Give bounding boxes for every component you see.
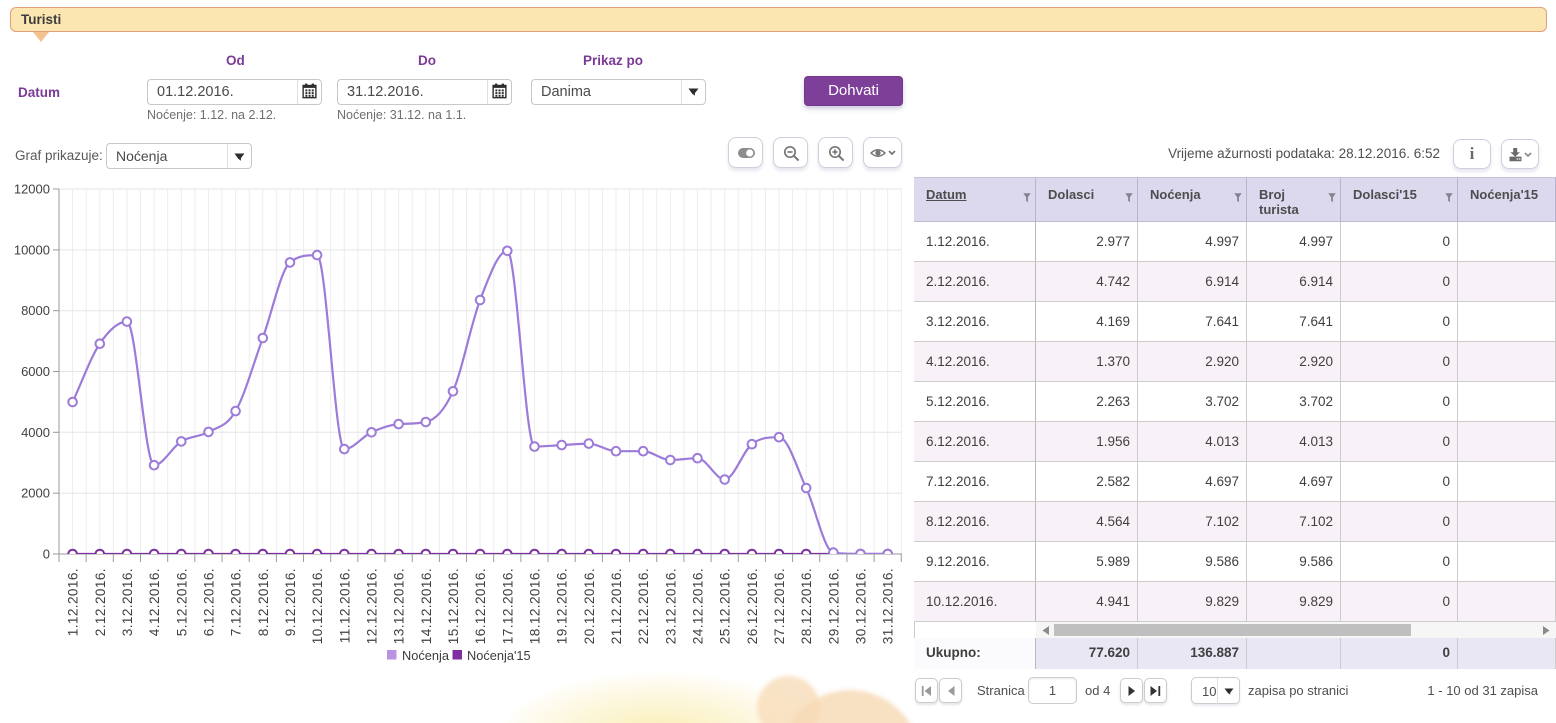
svg-text:11.12.2016.: 11.12.2016. [337, 568, 352, 643]
svg-text:21.12.2016.: 21.12.2016. [609, 568, 624, 644]
svg-text:31.12.2016.: 31.12.2016. [881, 568, 896, 644]
svg-text:7.12.2016.: 7.12.2016. [229, 568, 244, 636]
svg-text:14.12.2016.: 14.12.2016. [419, 568, 434, 644]
svg-text:27.12.2016.: 27.12.2016. [772, 568, 787, 644]
svg-text:Noćenja: Noćenja [402, 648, 450, 663]
svg-text:Noćenja'15: Noćenja'15 [467, 648, 531, 663]
svg-text:10000: 10000 [14, 242, 50, 257]
svg-text:8000: 8000 [21, 303, 50, 318]
svg-text:0: 0 [43, 547, 50, 562]
svg-text:10.12.2016.: 10.12.2016. [310, 568, 325, 644]
svg-text:20.12.2016.: 20.12.2016. [582, 568, 597, 644]
svg-text:4.12.2016.: 4.12.2016. [147, 568, 162, 636]
svg-text:16.12.2016.: 16.12.2016. [473, 568, 488, 644]
svg-text:6.12.2016.: 6.12.2016. [202, 568, 217, 636]
svg-text:23.12.2016.: 23.12.2016. [663, 568, 678, 644]
svg-text:8.12.2016.: 8.12.2016. [256, 568, 271, 636]
svg-text:1.12.2016.: 1.12.2016. [66, 568, 81, 636]
svg-text:18.12.2016.: 18.12.2016. [528, 568, 543, 644]
svg-text:12.12.2016.: 12.12.2016. [365, 568, 380, 644]
svg-text:6000: 6000 [21, 364, 50, 379]
svg-text:9.12.2016.: 9.12.2016. [283, 568, 298, 636]
svg-text:13.12.2016.: 13.12.2016. [392, 568, 407, 644]
svg-text:12000: 12000 [14, 182, 50, 197]
svg-text:15.12.2016.: 15.12.2016. [446, 568, 461, 644]
svg-text:26.12.2016.: 26.12.2016. [745, 568, 760, 644]
svg-text:2000: 2000 [21, 486, 50, 501]
svg-text:19.12.2016.: 19.12.2016. [555, 568, 570, 644]
svg-text:22.12.2016.: 22.12.2016. [636, 568, 651, 644]
svg-text:24.12.2016.: 24.12.2016. [691, 568, 706, 644]
svg-text:4000: 4000 [21, 425, 50, 440]
svg-text:17.12.2016.: 17.12.2016. [500, 568, 515, 644]
svg-text:2.12.2016.: 2.12.2016. [93, 568, 108, 636]
svg-text:30.12.2016.: 30.12.2016. [854, 568, 869, 644]
svg-text:5.12.2016.: 5.12.2016. [174, 568, 189, 636]
svg-text:28.12.2016.: 28.12.2016. [799, 568, 814, 644]
svg-text:25.12.2016.: 25.12.2016. [718, 568, 733, 644]
svg-text:3.12.2016.: 3.12.2016. [120, 568, 135, 636]
svg-text:29.12.2016.: 29.12.2016. [826, 568, 841, 644]
